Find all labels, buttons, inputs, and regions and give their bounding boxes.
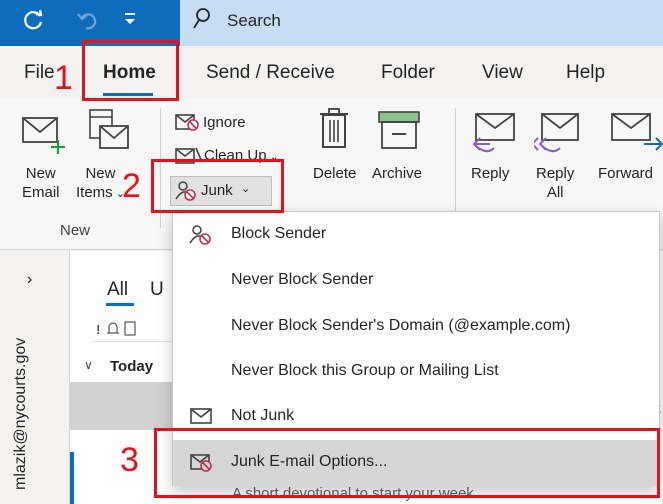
archive-icon[interactable] <box>377 110 421 157</box>
menu-item-never-block-group[interactable]: Never Block this Group or Mailing List <box>173 349 659 395</box>
menu-item-block-sender[interactable]: Block Sender <box>173 212 659 258</box>
search-icon <box>192 6 212 32</box>
new-items-label-2: Items <box>76 184 113 201</box>
new-items-label-1: New <box>85 165 116 182</box>
archive-button[interactable]: Archive <box>372 164 422 183</box>
tab-help[interactable]: Help <box>566 62 605 84</box>
reminder-icon[interactable] <box>106 321 120 340</box>
menu-item-label: Never Block this Group or Mailing List <box>231 362 499 379</box>
column-headers: ! <box>92 320 182 342</box>
menu-item-never-block-domain[interactable]: Never Block Sender's Domain (@example.co… <box>173 304 659 350</box>
menu-item-label: Not Junk <box>231 407 295 424</box>
reply-all-label-2: All <box>546 184 564 201</box>
unread-indicator <box>70 452 74 504</box>
menu-item-label: Never Block Sender's Domain (@example.co… <box>231 317 571 334</box>
reply-all-label-1: Reply <box>536 165 575 182</box>
reply-button[interactable]: Reply <box>471 164 509 183</box>
document-icon[interactable] <box>124 321 136 340</box>
forward-icon[interactable] <box>610 112 663 161</box>
delete-button[interactable]: Delete <box>313 164 356 183</box>
ribbon-separator <box>455 108 456 228</box>
annotation-step-3: 3 <box>120 441 139 479</box>
menu-item-label: Block Sender <box>231 225 327 242</box>
annotation-step-2: 2 <box>122 167 141 205</box>
importance-icon[interactable]: ! <box>96 322 100 337</box>
tab-send-receive[interactable]: Send / Receive <box>206 62 335 84</box>
annotation-box-junk-button <box>151 159 284 213</box>
annotation-step-1: 1 <box>54 59 73 97</box>
reply-all-button[interactable]: Reply All <box>536 164 574 202</box>
customize-quick-access-icon[interactable] <box>122 10 138 34</box>
annotation-box-home-tab <box>82 40 179 101</box>
reply-icon[interactable] <box>470 112 518 161</box>
menu-item-label: Never Block Sender <box>231 271 374 288</box>
new-email-button[interactable]: New Email <box>22 164 60 202</box>
tab-unread[interactable]: U <box>150 279 164 301</box>
tab-view[interactable]: View <box>482 62 523 84</box>
reply-all-icon[interactable] <box>530 112 582 161</box>
expand-folder-pane-icon[interactable]: › <box>27 271 32 289</box>
forward-button[interactable]: Forward <box>598 164 653 183</box>
delete-icon[interactable] <box>316 106 352 157</box>
group-label-new: New <box>60 222 91 239</box>
ignore-button[interactable]: Ignore <box>203 113 246 132</box>
new-items-button[interactable]: New Items ⌄ <box>76 164 125 204</box>
active-filter-indicator <box>106 303 134 306</box>
folder-pane-collapsed <box>0 251 70 504</box>
tab-all[interactable]: All <box>107 279 128 301</box>
envelope-icon <box>189 406 213 428</box>
new-email-label-2: Email <box>22 184 60 201</box>
new-items-icon[interactable] <box>86 108 132 159</box>
undo-icon[interactable] <box>76 8 98 38</box>
annotation-box-junk-options <box>154 428 660 498</box>
tab-folder[interactable]: Folder <box>381 62 435 84</box>
search-label: Search <box>227 11 281 30</box>
group-today-label: Today <box>110 358 154 375</box>
ignore-icon <box>174 110 200 137</box>
tab-file[interactable]: File <box>24 62 55 84</box>
block-sender-icon <box>189 224 213 246</box>
new-email-icon[interactable] <box>22 114 70 159</box>
account-name[interactable]: mlazik@nycourts.gov <box>12 338 30 490</box>
chevron-down-icon[interactable]: ∨ <box>84 358 93 372</box>
search-box[interactable]: Search <box>180 0 663 46</box>
sync-icon[interactable] <box>22 8 44 38</box>
menu-item-never-block-sender[interactable]: Never Block Sender <box>173 258 659 304</box>
new-email-label-1: New <box>25 165 56 182</box>
